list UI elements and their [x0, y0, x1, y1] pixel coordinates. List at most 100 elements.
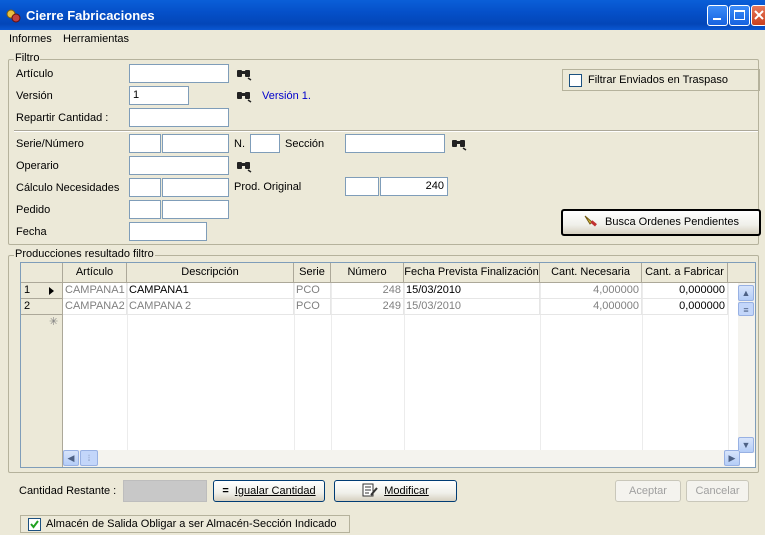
close-button[interactable]	[751, 5, 765, 26]
numero-input[interactable]	[162, 134, 229, 153]
grid-corner	[21, 263, 63, 283]
results-grid: Artículo Descripción Serie Número Fecha …	[20, 262, 756, 468]
table-cell[interactable]: CAMPANA2	[63, 299, 127, 315]
n-input[interactable]	[250, 134, 280, 153]
pedido-label: Pedido	[16, 204, 51, 216]
new-row-icon: ✳	[49, 316, 59, 328]
row-number: 2	[24, 300, 31, 312]
row-pointer-icon	[49, 287, 54, 295]
scroll-h-thumb[interactable]: ⦙	[80, 450, 98, 466]
seccion-input[interactable]	[345, 134, 445, 153]
igualar-cantidad-label: Igualar Cantidad	[234, 485, 316, 497]
binoculars-icon[interactable]	[236, 67, 252, 81]
menu-herramientas[interactable]: Herramientas	[63, 33, 129, 45]
col-numero[interactable]: Número	[331, 263, 404, 283]
scroll-left-icon[interactable]: ◀	[63, 450, 79, 466]
table-cell[interactable]: CAMPANA1	[127, 283, 294, 299]
prod-original-label: Prod. Original	[234, 181, 302, 193]
traspaso-label: Filtrar Enviados en Traspaso	[588, 74, 729, 86]
close-icon	[754, 10, 764, 20]
binoculars-icon[interactable]	[236, 159, 252, 173]
repartir-input[interactable]	[129, 108, 229, 127]
calculo-label: Cálculo Necesidades	[16, 182, 120, 194]
minimize-button[interactable]	[707, 5, 728, 26]
table-cell[interactable]: 249	[331, 299, 404, 315]
vertical-scrollbar[interactable]: ▲ ≡ ▼	[738, 283, 755, 453]
aceptar-button[interactable]: Aceptar	[615, 480, 681, 502]
row-header[interactable]: 2	[21, 299, 63, 315]
repartir-label: Repartir Cantidad :	[16, 112, 109, 124]
calculo-serie-input[interactable]	[129, 178, 161, 197]
row-header-new[interactable]: ✳	[21, 315, 63, 467]
table-cell[interactable]: PCO	[294, 283, 331, 299]
flashlight-icon	[584, 215, 597, 227]
table-cell[interactable]: 15/03/2010	[404, 283, 540, 299]
modificar-button[interactable]: Modificar	[334, 480, 457, 502]
maximize-button[interactable]	[729, 5, 750, 26]
col-extra	[728, 263, 755, 283]
table-cell[interactable]: PCO	[294, 299, 331, 315]
cantidad-restante-value	[123, 480, 207, 502]
pedido-serie-input[interactable]	[129, 200, 161, 219]
table-cell[interactable]: 15/03/2010	[404, 299, 540, 315]
row-header[interactable]: 1	[21, 283, 63, 299]
articulo-input[interactable]	[129, 64, 229, 83]
checkmark-icon	[30, 520, 39, 529]
col-serie[interactable]: Serie	[294, 263, 331, 283]
fecha-input[interactable]	[129, 222, 207, 241]
col-cant-fabricar[interactable]: Cant. a Fabricar	[642, 263, 728, 283]
grid-line	[728, 283, 729, 451]
almacen-label: Almacén de Salida Obligar a ser Almacén-…	[46, 518, 337, 530]
maximize-icon	[734, 10, 745, 20]
operario-input[interactable]	[129, 156, 229, 175]
binoculars-icon[interactable]	[451, 137, 467, 151]
table-cell[interactable]: 4,000000	[540, 299, 642, 315]
scroll-down-icon[interactable]: ▼	[738, 437, 754, 453]
traspaso-checkbox[interactable]	[569, 74, 582, 87]
table-cell[interactable]: 0,000000	[642, 283, 728, 299]
fecha-label: Fecha	[16, 226, 47, 238]
busca-ordenes-button[interactable]: Busca Ordenes Pendientes	[561, 209, 761, 236]
prod-original-input[interactable]: 240	[380, 177, 448, 196]
row-number: 1	[24, 284, 31, 296]
col-fecha[interactable]: Fecha Prevista Finalización	[404, 263, 540, 283]
filter-separator	[14, 130, 758, 132]
col-descripcion[interactable]: Descripción	[127, 263, 294, 283]
modificar-label: Modificar	[384, 485, 429, 497]
scroll-up-icon[interactable]: ▲	[738, 285, 754, 301]
col-cant-necesaria[interactable]: Cant. Necesaria	[540, 263, 642, 283]
articulo-label: Artículo	[16, 68, 54, 80]
col-articulo[interactable]: Artículo	[63, 263, 127, 283]
busca-ordenes-label: Busca Ordenes Pendientes	[605, 216, 739, 228]
edit-icon	[362, 483, 378, 497]
table-cell[interactable]: 4,000000	[540, 283, 642, 299]
version-input[interactable]: 1	[129, 86, 189, 105]
table-cell[interactable]: CAMPANA 2	[127, 299, 294, 315]
cantidad-restante-label: Cantidad Restante :	[19, 485, 117, 497]
almacen-checkbox[interactable]	[28, 518, 41, 531]
table-cell[interactable]: 248	[331, 283, 404, 299]
scroll-thumb[interactable]: ≡	[738, 302, 754, 316]
cancelar-button[interactable]: Cancelar	[686, 480, 749, 502]
serie-input[interactable]	[129, 134, 161, 153]
pedido-numero-input[interactable]	[162, 200, 229, 219]
title-bar: Cierre Fabricaciones	[0, 0, 765, 30]
menu-informes[interactable]: Informes	[9, 33, 52, 45]
binoculars-icon[interactable]	[236, 89, 252, 103]
horizontal-scrollbar[interactable]: ◀ ⦙ ▶	[63, 450, 740, 467]
table-cell[interactable]: CAMPANA1	[63, 283, 127, 299]
results-group-label: Producciones resultado filtro	[14, 248, 155, 260]
scroll-right-icon[interactable]: ▶	[724, 450, 740, 466]
version-link[interactable]: Versión 1.	[262, 90, 311, 102]
calculo-numero-input[interactable]	[162, 178, 229, 197]
n-label: N.	[234, 138, 245, 150]
version-label: Versión	[16, 90, 53, 102]
filter-group-label: Filtro	[14, 52, 41, 64]
prod-original-serie-input[interactable]	[345, 177, 379, 196]
operario-label: Operario	[16, 160, 59, 172]
app-icon	[6, 9, 21, 23]
table-cell[interactable]: 0,000000	[642, 299, 728, 315]
window-title: Cierre Fabricaciones	[26, 8, 155, 23]
igualar-cantidad-button[interactable]: = Igualar Cantidad	[213, 480, 325, 502]
minimize-icon	[713, 18, 721, 20]
